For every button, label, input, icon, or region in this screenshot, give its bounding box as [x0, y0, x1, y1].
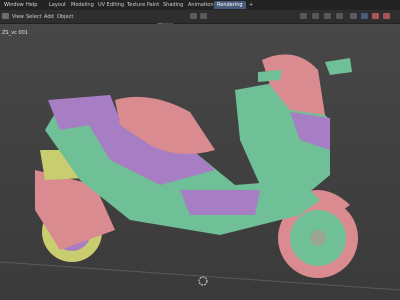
menu-object[interactable]: Object [57, 13, 73, 21]
shading-rendered-icon[interactable] [383, 13, 390, 19]
viewport-header: View Select Add Object Global [0, 10, 400, 30]
mirror [325, 58, 352, 75]
front-hub [310, 230, 326, 246]
tab-uv-editing[interactable]: UV Editing [95, 1, 127, 9]
menu-window[interactable]: Window [2, 1, 26, 9]
shading-material-icon[interactable] [372, 13, 379, 19]
tab-texture-paint[interactable]: Texture Paint [124, 1, 162, 9]
menu-select[interactable]: Select [26, 13, 41, 21]
add-workspace-button[interactable]: + [246, 1, 256, 9]
top-bar: Window Help Layout Modeling UV Editing T… [0, 0, 400, 10]
menu-add[interactable]: Add [44, 13, 54, 21]
3d-cursor-icon [198, 276, 208, 286]
menu-help[interactable]: Help [24, 1, 39, 9]
overlay-icon[interactable] [324, 13, 331, 19]
snap-icon[interactable] [190, 13, 197, 19]
tab-modeling[interactable]: Modeling [68, 1, 97, 9]
floor-panel [180, 190, 260, 215]
editor-type-icon[interactable] [2, 13, 9, 19]
tab-shading[interactable]: Shading [160, 1, 186, 9]
scooter-model [0, 54, 400, 291]
xray-icon[interactable] [336, 13, 343, 19]
visibility-icon[interactable] [300, 13, 307, 19]
3d-viewport[interactable] [0, 24, 400, 300]
shading-solid-icon[interactable] [361, 13, 368, 19]
menu-view[interactable]: View [12, 13, 24, 21]
shading-wireframe-icon[interactable] [350, 13, 357, 19]
tab-rendering[interactable]: Rendering [214, 1, 246, 9]
tab-layout[interactable]: Layout [46, 1, 69, 9]
gizmo-icon[interactable] [312, 13, 319, 19]
tab-animation[interactable]: Animation [185, 1, 217, 9]
proportional-edit-icon[interactable] [200, 13, 207, 19]
viewport-object-label: ZS_vc 001 [2, 30, 28, 36]
